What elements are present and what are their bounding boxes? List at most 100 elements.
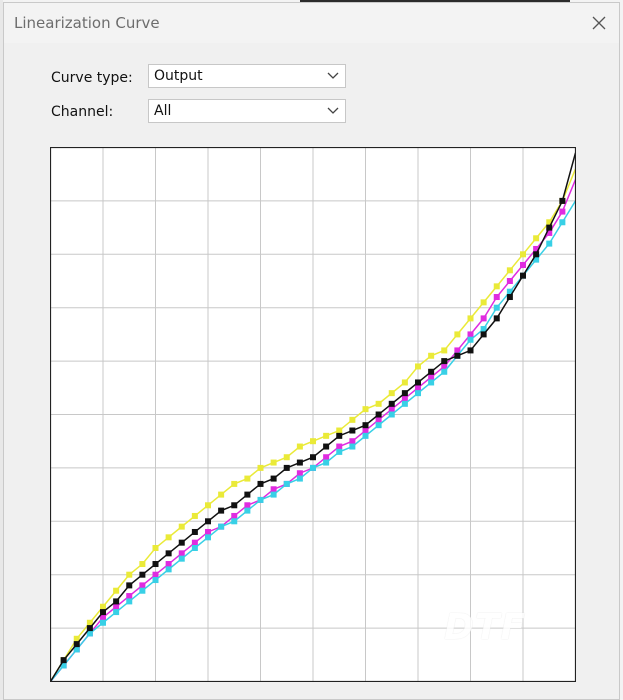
data-point-cyan [336, 448, 343, 455]
data-point-yellow [388, 390, 395, 397]
data-point-black [244, 491, 251, 498]
data-point-cyan [178, 555, 185, 562]
data-point-yellow [139, 561, 146, 568]
data-point-yellow [152, 545, 159, 551]
data-point-black [270, 475, 277, 482]
title-bar: Linearization Curve [4, 3, 619, 43]
channel-select[interactable]: All [148, 99, 346, 123]
data-point-magenta [126, 593, 133, 600]
data-point-black [559, 197, 566, 204]
data-point-cyan [113, 609, 120, 616]
data-point-yellow [310, 438, 316, 445]
data-point-black [139, 571, 146, 578]
data-point-magenta [493, 294, 500, 301]
data-point-magenta [113, 603, 120, 610]
data-point-cyan [191, 545, 198, 551]
data-point-black [533, 251, 540, 258]
data-point-cyan [100, 619, 106, 626]
data-point-black [454, 352, 461, 359]
data-point-magenta [165, 561, 172, 568]
data-point-magenta [139, 582, 146, 589]
window-title: Linearization Curve [14, 14, 160, 32]
data-point-yellow [480, 299, 487, 306]
data-point-black [100, 609, 106, 616]
curve-type-label: Curve type: [51, 70, 133, 86]
data-point-cyan [401, 400, 408, 407]
data-point-yellow [375, 400, 382, 407]
data-point-cyan [428, 379, 435, 386]
data-point-yellow [244, 475, 251, 482]
data-point-yellow [401, 379, 408, 386]
data-point-black [231, 502, 238, 509]
data-point-yellow [428, 352, 435, 359]
data-point-yellow [165, 534, 172, 541]
data-point-black [546, 224, 553, 231]
data-point-black [428, 368, 435, 375]
data-point-black [441, 358, 448, 365]
data-point-yellow [533, 235, 540, 242]
data-point-yellow [218, 491, 225, 498]
data-point-black [310, 454, 316, 461]
data-point-cyan [244, 507, 251, 514]
data-point-black [178, 539, 185, 546]
data-point-yellow [454, 331, 461, 338]
data-point-yellow [270, 459, 277, 466]
data-point-black [480, 331, 487, 338]
data-point-magenta [362, 427, 369, 434]
data-point-magenta [480, 315, 487, 322]
data-point-yellow [113, 587, 120, 594]
data-point-cyan [375, 422, 382, 429]
data-point-magenta [559, 208, 566, 215]
data-point-cyan [139, 587, 146, 594]
data-point-black [336, 432, 343, 439]
data-point-cyan [205, 534, 211, 541]
data-point-yellow [506, 267, 513, 274]
data-point-yellow [520, 251, 526, 258]
data-point-black [296, 459, 303, 466]
data-point-yellow [231, 480, 238, 487]
data-point-black [283, 464, 290, 471]
close-button[interactable] [585, 9, 613, 37]
data-point-magenta [323, 454, 330, 461]
data-point-magenta [506, 278, 513, 284]
data-point-cyan [349, 443, 356, 450]
channel-label: Channel: [51, 104, 114, 120]
data-point-yellow [126, 571, 133, 578]
data-point-black [218, 507, 225, 514]
data-point-black [60, 657, 67, 664]
dtf-watermark: DTF [444, 607, 527, 648]
data-point-yellow [323, 432, 330, 439]
data-point-yellow [205, 502, 211, 509]
data-point-yellow [362, 406, 369, 413]
data-point-magenta [178, 550, 185, 557]
data-point-yellow [415, 363, 421, 370]
data-point-yellow [257, 464, 264, 471]
data-point-black [493, 315, 500, 322]
data-point-magenta [467, 331, 474, 338]
data-point-magenta [270, 486, 277, 493]
data-point-black [362, 422, 369, 429]
data-point-black [349, 427, 356, 434]
data-point-yellow [178, 523, 185, 530]
data-point-magenta [231, 512, 238, 519]
data-point-cyan [257, 496, 264, 503]
data-point-cyan [362, 432, 369, 439]
chevron-down-icon [327, 107, 339, 114]
linearization-dialog: Linearization Curve Curve type: Output C… [3, 2, 620, 700]
curve-type-select[interactable]: Output [148, 64, 346, 88]
data-point-black [375, 411, 382, 418]
chevron-down-icon [327, 72, 339, 79]
data-point-yellow [349, 416, 356, 423]
data-point-black [152, 561, 159, 568]
linearization-chart[interactable] [50, 147, 576, 682]
data-point-cyan [415, 390, 421, 397]
data-point-cyan [270, 491, 277, 498]
data-point-black [126, 582, 133, 589]
data-point-cyan [559, 219, 566, 226]
data-point-cyan [165, 566, 172, 573]
data-point-magenta [349, 438, 356, 445]
data-point-magenta [415, 384, 421, 391]
data-point-cyan [323, 459, 330, 466]
data-point-cyan [441, 368, 448, 375]
data-point-magenta [375, 416, 382, 423]
